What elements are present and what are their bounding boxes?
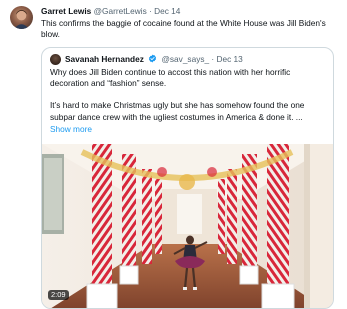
verified-badge-icon <box>149 54 157 63</box>
author-handle[interactable]: @GarretLewis <box>94 6 147 16</box>
video-duration: 2:09 <box>48 290 69 300</box>
author-avatar[interactable] <box>10 6 33 29</box>
quoted-paragraph-2: It’s hard to make Christmas ugly but she… <box>50 100 305 122</box>
quoted-tweet-text: Why does Jill Biden continue to accost t… <box>50 67 328 123</box>
quoted-tweet[interactable]: Savanah Hernandez @sav_says_ · Dec 13 Wh… <box>41 47 334 309</box>
quoted-tweet-date: Dec 13 <box>216 54 243 64</box>
tweet-date[interactable]: Dec 14 <box>154 6 180 16</box>
quoted-header-separator: · <box>211 54 215 64</box>
avatar-image <box>13 9 30 29</box>
video-thumbnail <box>42 144 333 308</box>
quoted-tweet-header: Savanah Hernandez @sav_says_ · Dec 13 <box>65 54 329 65</box>
quoted-author-handle: @sav_says_ <box>161 54 210 64</box>
video-player[interactable]: 2:09 <box>42 144 333 308</box>
tweet-header: Garret Lewis @GarretLewis · Dec 14 <box>41 6 341 17</box>
quoted-author-avatar <box>50 54 61 65</box>
show-more-link[interactable]: Show more <box>50 124 92 134</box>
tweet-text: This confirms the baggie of cocaine foun… <box>41 18 326 39</box>
header-separator: · <box>149 6 152 16</box>
quoted-paragraph-1: Why does Jill Biden continue to accost t… <box>50 67 291 89</box>
author-name[interactable]: Garret Lewis <box>41 6 91 16</box>
quoted-author-name: Savanah Hernandez <box>65 54 144 64</box>
